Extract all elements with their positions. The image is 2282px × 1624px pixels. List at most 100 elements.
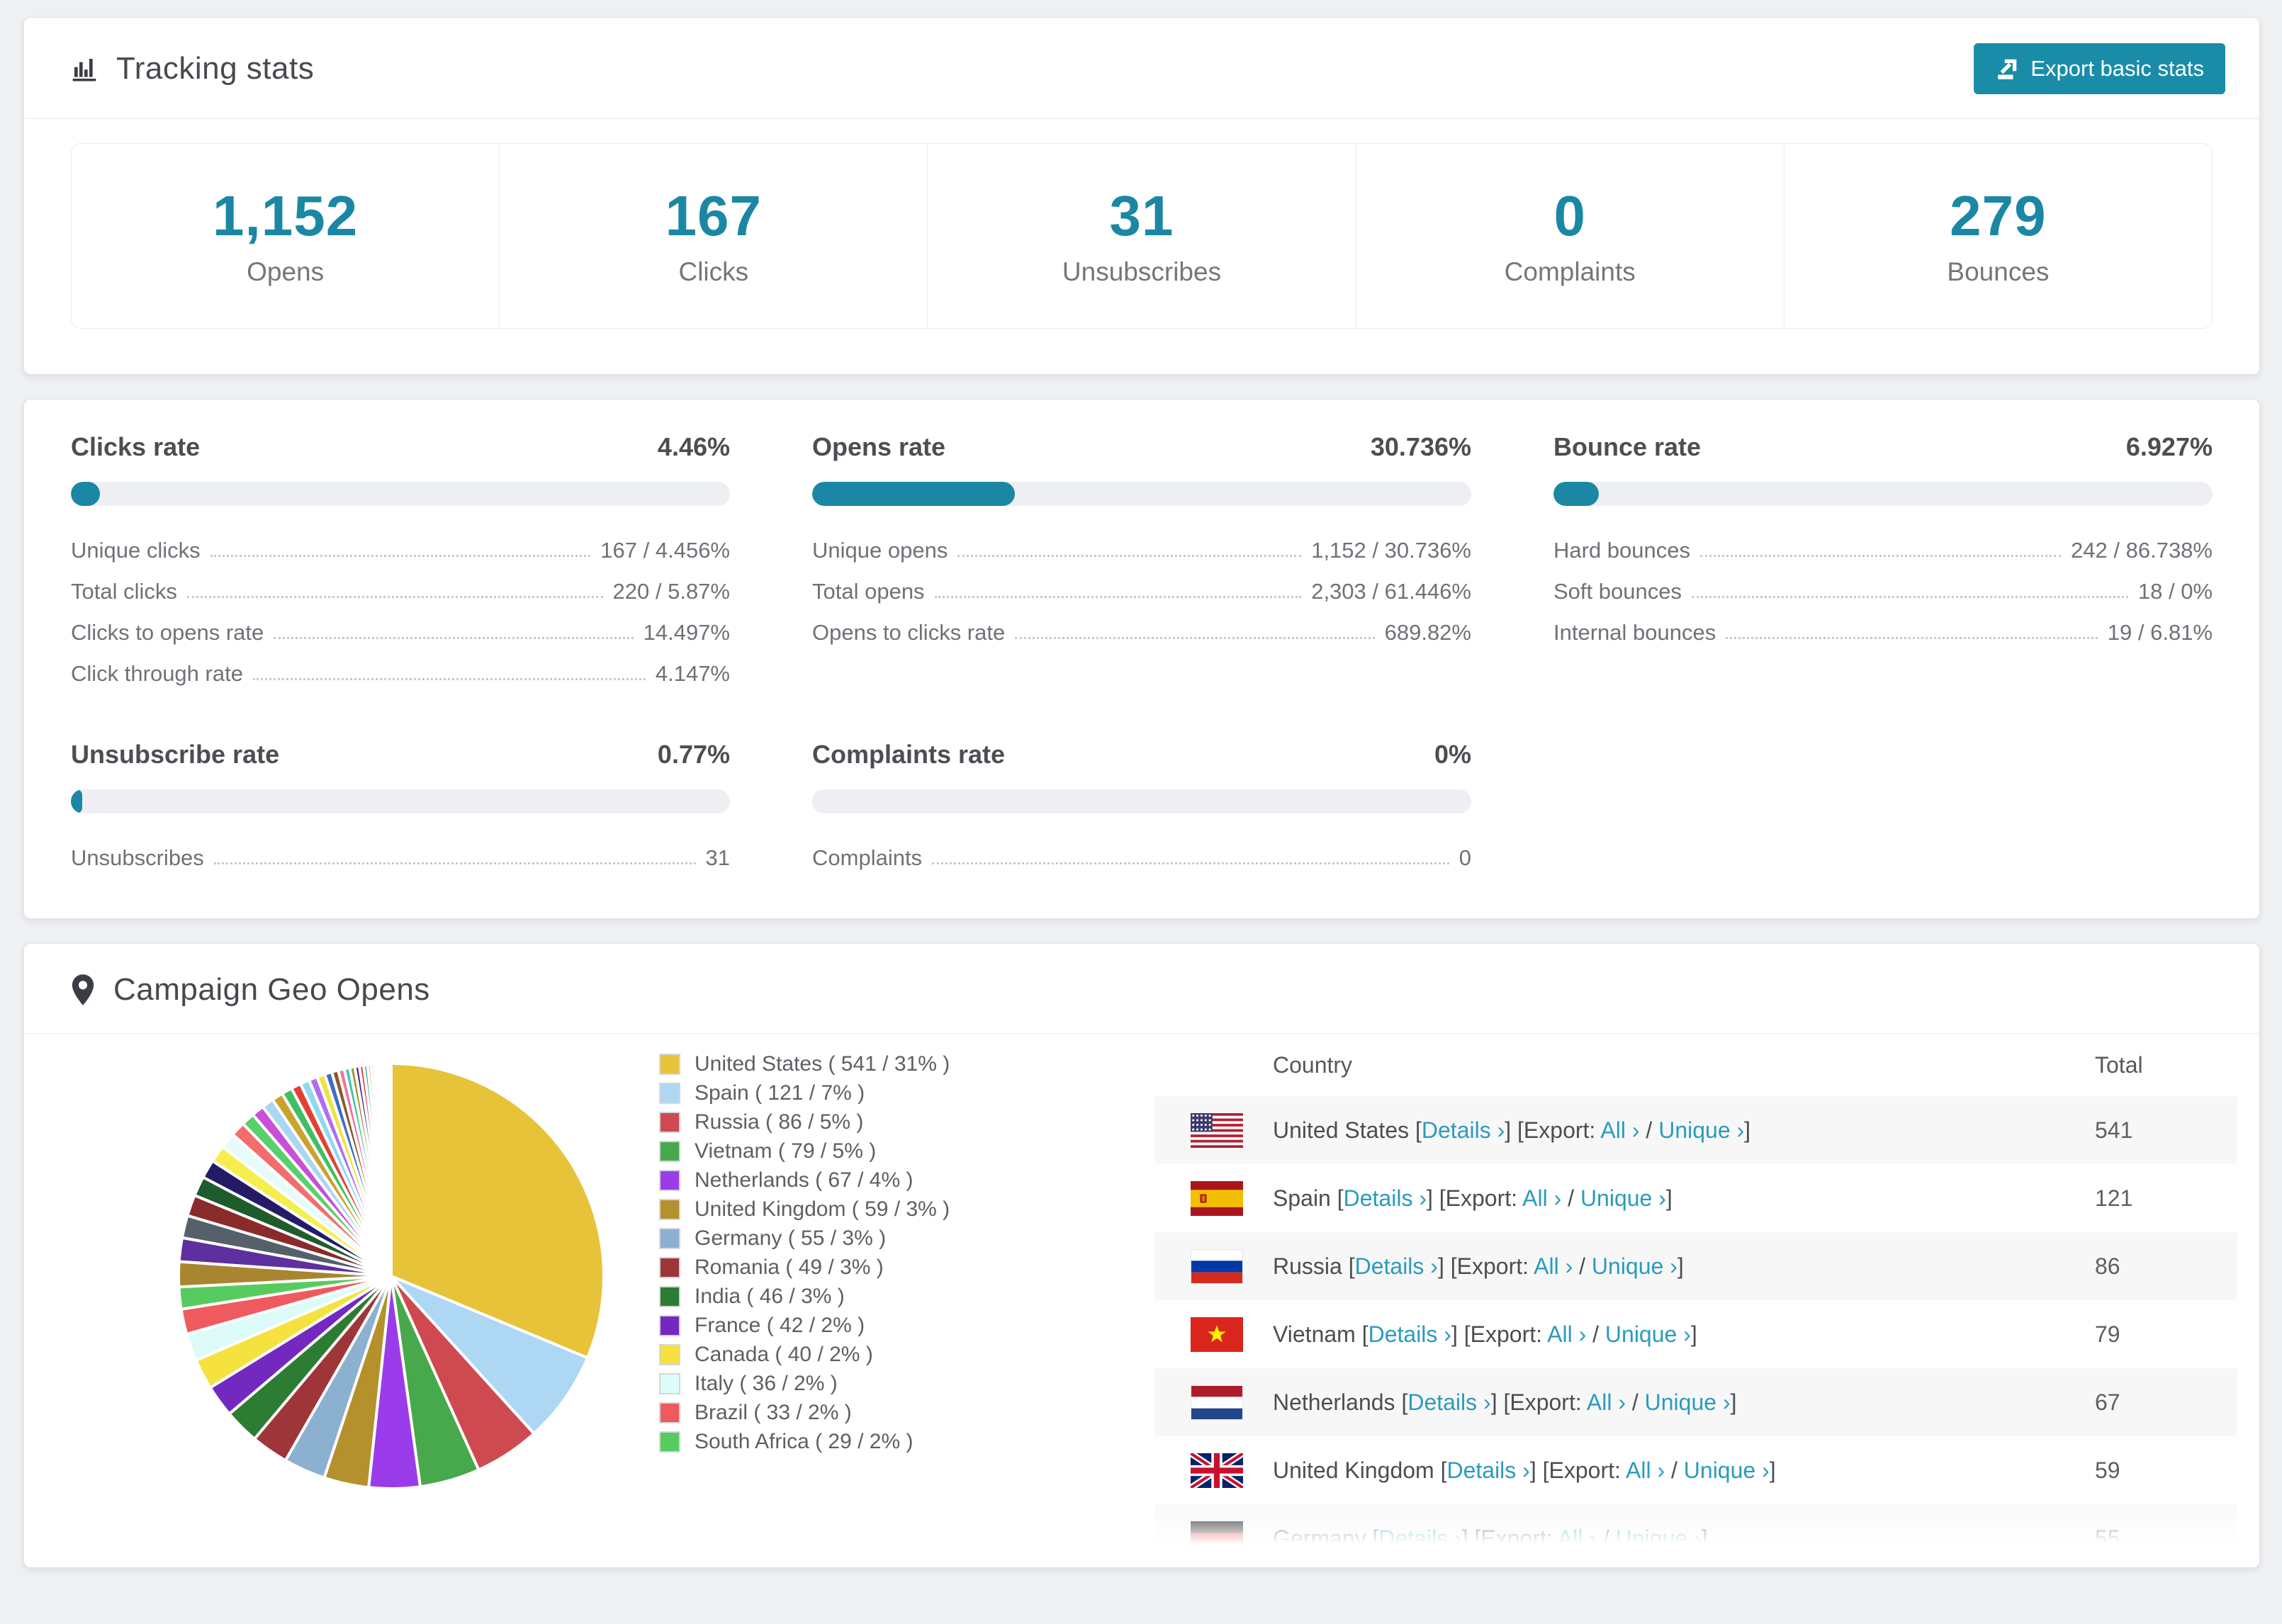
stat-value-unsubscribes: 31 (1109, 184, 1174, 247)
rate-detail-rows: Complaints 0 (812, 836, 1471, 877)
export-button-label: Export basic stats (2030, 56, 2204, 81)
rate-detail-rows: Hard bounces 242 / 86.738% Soft bounces 18 … (1553, 529, 2213, 652)
separator: / (1625, 1389, 1645, 1415)
dotted-leader (252, 678, 646, 680)
rate-header: Bounce rate 6.927% (1553, 432, 2213, 462)
country-column-header: Country (1273, 1051, 1353, 1078)
legend-item-vietnam: Vietnam ( 79 / 5% ) (659, 1137, 1021, 1166)
export-label: Export: (1470, 1321, 1548, 1347)
separator: / (1573, 1253, 1592, 1279)
progress-track-clicks-rate (71, 482, 730, 506)
bracket: ] [ (1461, 1525, 1481, 1551)
bracket: ] (1769, 1457, 1776, 1483)
tracking-stats-header: Tracking stats Export basic stats (24, 18, 2259, 119)
stat-box-opens: 1,152 Opens (72, 144, 500, 328)
export-label: Export: (1445, 1185, 1523, 1211)
detail-value: 14.497% (643, 620, 730, 645)
details-link-united-kingdom[interactable]: Details › (1446, 1457, 1529, 1483)
export-unique-link-russia[interactable]: Unique › (1592, 1253, 1677, 1279)
export-label: Export: (1456, 1253, 1534, 1279)
stat-box-unsubscribes: 31 Unsubscribes (928, 144, 1356, 328)
geo-opens-card: Campaign Geo Opens United States ( 541 /… (23, 943, 2260, 1568)
export-unique-link-united-kingdom[interactable]: Unique › (1684, 1457, 1770, 1483)
export-all-link-vietnam[interactable]: All › (1547, 1321, 1586, 1347)
dotted-leader (274, 637, 634, 639)
details-link-russia[interactable]: Details › (1355, 1253, 1438, 1279)
rate-header: Clicks rate 4.46% (71, 432, 730, 462)
stat-label-opens: Opens (247, 257, 325, 286)
geo-countries-table: Country Total United States [Details ›] … (1155, 1034, 2237, 1554)
detail-row-total-opens: Total opens 2,303 / 61.446% (812, 570, 1471, 611)
country-name: United States (1273, 1117, 1415, 1143)
table-row-netherlands: Netherlands [Details ›] [Export: All › /… (1155, 1368, 2237, 1436)
detail-label: Complaints (812, 845, 923, 870)
map-pin-icon (71, 974, 95, 1006)
export-icon (1995, 57, 2019, 81)
dotted-leader (1700, 555, 2062, 557)
rate-title: Unsubscribe rate (71, 740, 280, 769)
progress-track-complaints-rate (812, 789, 1471, 813)
details-link-germany[interactable]: Details › (1378, 1526, 1461, 1551)
flag-de-icon (1191, 1521, 1243, 1554)
detail-value: 2,303 / 61.446% (1311, 579, 1471, 604)
export-all-link-united-kingdom[interactable]: All › (1626, 1457, 1665, 1483)
detail-value: 167 / 4.456% (600, 538, 730, 563)
export-all-link-germany[interactable]: All › (1558, 1526, 1597, 1551)
legend-label: Spain ( 121 / 7% ) (695, 1081, 865, 1105)
stat-box-clicks: 167 Clicks (500, 144, 928, 328)
separator: / (1586, 1321, 1605, 1347)
rate-value: 6.927% (2125, 432, 2213, 461)
legend-item-spain: Spain ( 121 / 7% ) (659, 1078, 1021, 1107)
export-all-link-netherlands[interactable]: All › (1587, 1389, 1626, 1415)
flag-es-icon (1191, 1180, 1243, 1216)
bracket: [ (1401, 1389, 1408, 1415)
export-basic-stats-button[interactable]: Export basic stats (1974, 43, 2225, 94)
detail-label: Clicks to opens rate (71, 620, 264, 645)
legend-swatch (659, 1053, 680, 1075)
rate-title: Opens rate (812, 432, 946, 461)
page-title: Tracking stats (116, 51, 315, 86)
export-unique-link-germany[interactable]: Unique › (1616, 1526, 1702, 1551)
legend-swatch (659, 1140, 680, 1162)
rate-title: Complaints rate (812, 740, 1006, 769)
stat-value-opens: 1,152 (213, 184, 359, 247)
legend-swatch (659, 1314, 680, 1336)
flag-nl-icon (1191, 1385, 1243, 1420)
dotted-leader (934, 596, 1302, 598)
rate-title: Bounce rate (1553, 432, 1702, 461)
pie-legend: United States ( 541 / 31% ) Spain ( 121 /… (659, 1034, 1155, 1456)
legend-label: Italy ( 36 / 2% ) (695, 1371, 838, 1395)
detail-row-click-through-rate: Click through rate 4.147% (71, 652, 730, 693)
rate-detail-rows: Unique opens 1,152 / 30.736% Total opens 2,… (812, 529, 1471, 652)
detail-value: 689.82% (1384, 620, 1471, 645)
export-unique-link-netherlands[interactable]: Unique › (1645, 1389, 1731, 1415)
details-link-spain[interactable]: Details › (1344, 1185, 1427, 1211)
legend-label: Brazil ( 33 / 2% ) (695, 1400, 852, 1424)
stat-value-clicks: 167 (665, 184, 763, 247)
export-all-link-spain[interactable]: All › (1522, 1185, 1561, 1211)
total-value: 79 (2095, 1321, 2120, 1347)
export-all-link-united-states[interactable]: All › (1600, 1117, 1639, 1143)
flag-vn-icon (1191, 1316, 1243, 1352)
dotted-leader (1015, 637, 1375, 639)
export-all-link-russia[interactable]: All › (1534, 1253, 1573, 1279)
detail-label: Soft bounces (1553, 579, 1682, 604)
export-unique-link-united-states[interactable]: Unique › (1658, 1117, 1744, 1143)
progress-fill-bounce-rate (1553, 482, 1600, 506)
detail-label: Internal bounces (1553, 620, 1716, 645)
details-link-vietnam[interactable]: Details › (1368, 1321, 1451, 1347)
legend-label: Canada ( 40 / 2% ) (695, 1342, 873, 1366)
geo-pie-chart (71, 1034, 659, 1510)
details-link-united-states[interactable]: Details › (1422, 1117, 1505, 1143)
detail-row-internal-bounces: Internal bounces 19 / 6.81% (1553, 611, 2213, 652)
bracket: ] [ (1529, 1457, 1549, 1483)
legend-label: United States ( 541 / 31% ) (695, 1051, 950, 1076)
page: { "tracking_card": { "title": "Tracking … (0, 0, 2282, 1624)
legend-item-brazil: Brazil ( 33 / 2% ) (659, 1398, 1021, 1427)
detail-value: 242 / 86.738% (2071, 538, 2213, 563)
export-unique-link-vietnam[interactable]: Unique › (1605, 1321, 1691, 1347)
details-link-netherlands[interactable]: Details › (1407, 1389, 1490, 1415)
legend-item-russia: Russia ( 86 / 5% ) (659, 1107, 1021, 1137)
export-unique-link-spain[interactable]: Unique › (1580, 1185, 1666, 1211)
flag-us-icon (1191, 1112, 1243, 1148)
